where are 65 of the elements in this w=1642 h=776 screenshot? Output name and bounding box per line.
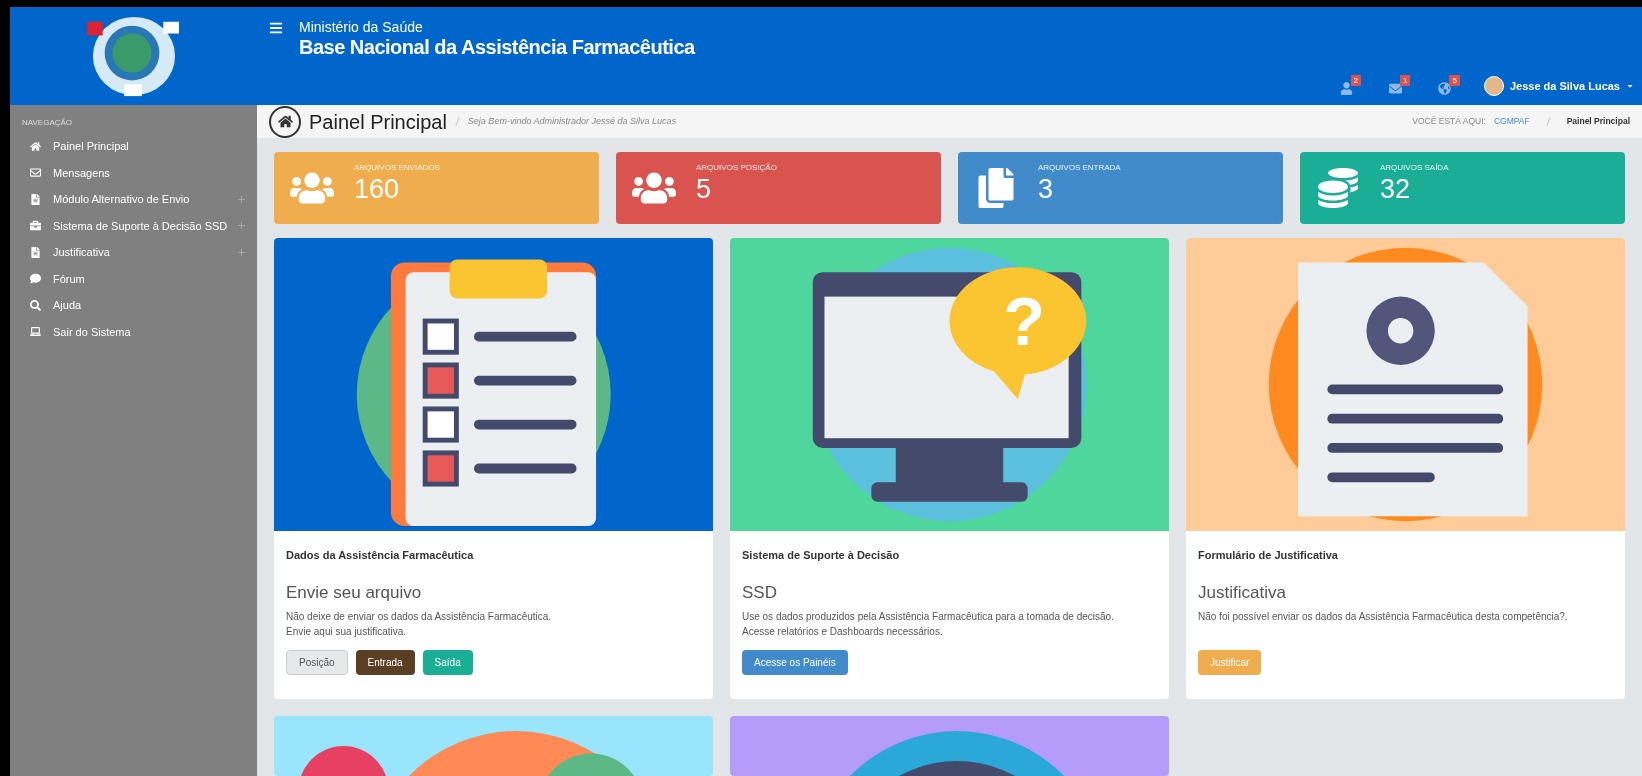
header-title: Base Nacional da Assistência Farmacêutica <box>299 35 695 59</box>
breadcrumb-current: Painel Principal <box>1566 115 1630 128</box>
card-description: Acesse relatórios e Dashboards necessários. <box>742 625 944 639</box>
stat-value: 5 <box>696 174 713 204</box>
breadcrumb-link[interactable]: CGMPAF <box>1493 115 1530 128</box>
page-title: Painel Principal <box>309 109 447 135</box>
stat-label: ARQUIVOS POSIÇÃO <box>696 162 777 174</box>
notification-button[interactable]: 5 <box>1434 75 1464 97</box>
stat-label: ARQUIVOS ENTRADA <box>1038 162 1121 174</box>
card-title: Justificativa <box>1198 581 1287 604</box>
briefcase-icon <box>30 220 41 232</box>
sidebar-item[interactable]: Painel Principal <box>22 133 245 160</box>
card-button[interactable]: Saída <box>422 650 473 675</box>
notification-count: 5 <box>1449 75 1460 86</box>
sidebar-item[interactable]: Sistema de Suporte à Decisão SSD <box>22 212 245 239</box>
stat-label: ARQUIVOS ENVIADOS <box>354 162 440 174</box>
card-heading: Dados da Assistência Farmacêutica <box>286 548 475 563</box>
stat-value: 160 <box>354 174 401 204</box>
breadcrumb-label: VOCÊ ESTÁ AQUI: <box>1412 115 1486 128</box>
header-subtitle: Ministério da Saúde <box>299 19 424 35</box>
menu-icon[interactable] <box>269 21 283 35</box>
caret-icon <box>1626 82 1634 90</box>
sidebar-item[interactable]: Fórum <box>22 265 245 292</box>
card-description: Não deixe de enviar os dados da Assistência Farmacêutica. <box>286 610 553 624</box>
stat-value: 3 <box>1038 174 1055 204</box>
home-icon <box>30 140 41 152</box>
coins-icon <box>1316 168 1360 208</box>
sidebar-item[interactable]: Módulo Alternativo de Envio <box>22 186 245 213</box>
notification-button[interactable]: 1 <box>1385 75 1415 97</box>
sidebar-heading: NAVEGAÇÃO <box>22 117 74 129</box>
card-description: Envie aqui sua justificativa. <box>286 625 408 639</box>
sidebar-item[interactable]: Justificativa <box>22 239 245 266</box>
sidebar-item[interactable]: Sair do Sistema <box>22 318 245 345</box>
breadcrumb-separator-icon <box>454 117 460 126</box>
home-icon <box>277 114 293 129</box>
card-description: Use os dados produzidos pela Assistência Farmacêutica para a tomada de decisão. <box>742 610 1115 624</box>
globe-icon <box>1438 82 1452 95</box>
notification-count: 2 <box>1350 75 1361 86</box>
notification-count: 1 <box>1400 75 1411 86</box>
card-button[interactable]: Posição <box>286 650 348 675</box>
card-heading: Sistema de Suporte à Decisão <box>742 548 901 563</box>
breadcrumb-separator-icon <box>1545 117 1551 126</box>
stat-value: 32 <box>1380 174 1412 204</box>
stat-label: ARQUIVOS SAÍDA <box>1380 162 1449 174</box>
welcome-text: Seja Bem-vindo Administrador Jessé da Silva Lucas <box>467 114 677 128</box>
user-icon <box>1339 82 1353 95</box>
card-heading: Formulário de Justificativa <box>1198 548 1339 563</box>
notification-button[interactable]: 2 <box>1335 75 1365 97</box>
card-button[interactable]: Acesse os Painéis <box>742 650 848 675</box>
sidebar-item[interactable]: Mensagens <box>22 159 245 186</box>
question-mark: ? <box>1003 283 1045 360</box>
card-button[interactable]: Entrada <box>355 650 415 675</box>
card-title: SSD <box>742 581 778 604</box>
laptop-icon <box>30 326 41 338</box>
envelope-icon <box>30 167 41 179</box>
search-icon <box>30 299 41 311</box>
sidebar-item[interactable]: Ajuda <box>22 292 245 319</box>
user-menu[interactable]: Jesse da Silva Lucas <box>1509 77 1620 95</box>
file-icon <box>30 246 41 258</box>
file-icon <box>30 193 41 205</box>
card-description: Não foi possível enviar os dados da Assistência Farmacêutica desta competência?. <box>1198 610 1569 624</box>
card-title: Envie seu arquivo <box>286 581 423 604</box>
envelope-icon <box>1389 82 1402 95</box>
avatar <box>1483 76 1504 96</box>
chat-bubble-icon <box>30 273 41 285</box>
